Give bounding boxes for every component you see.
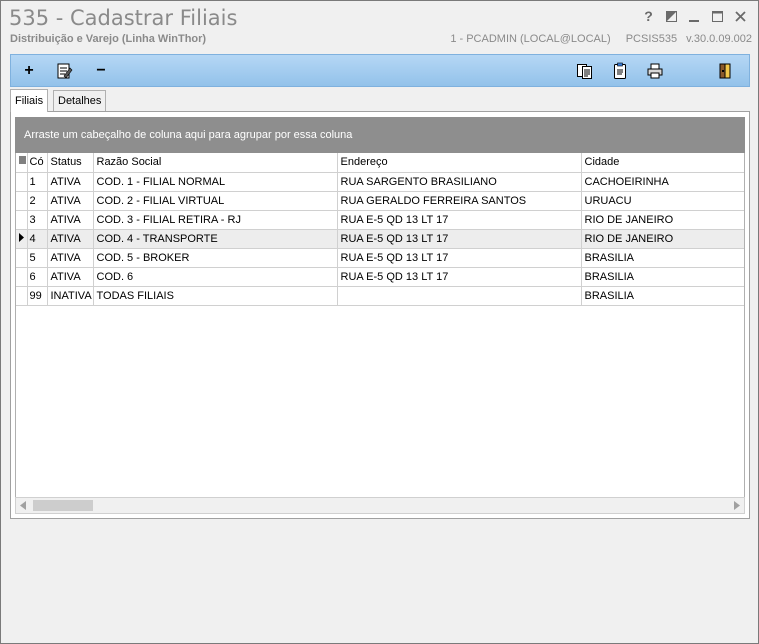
- row-indicator: [16, 286, 28, 306]
- cell-razao-social[interactable]: COD. 5 - BROKER: [93, 248, 338, 268]
- column-header-razao-social[interactable]: Razão Social: [93, 153, 338, 173]
- cell-codigo[interactable]: 4: [27, 229, 48, 249]
- filiais-panel: Arraste um cabeçalho de coluna aqui para…: [10, 111, 750, 519]
- cell-razao-social[interactable]: COD. 4 - TRANSPORTE: [93, 229, 338, 249]
- cell-endereco[interactable]: RUA E-5 QD 13 LT 17: [337, 248, 582, 268]
- row-indicator: [16, 229, 28, 249]
- remove-button[interactable]: −: [89, 59, 113, 83]
- cell-codigo[interactable]: 5: [27, 248, 48, 268]
- column-header-cidade[interactable]: Cidade: [581, 153, 744, 173]
- cell-codigo[interactable]: 1: [27, 172, 48, 192]
- column-list-icon: [19, 156, 26, 164]
- clipboard-icon: [614, 62, 626, 79]
- cell-status[interactable]: ATIVA: [47, 191, 94, 211]
- copy-button[interactable]: [573, 59, 597, 83]
- cell-cidade[interactable]: RIO DE JANEIRO: [581, 229, 744, 249]
- row-indicator: [16, 267, 28, 287]
- plus-icon: +: [24, 62, 34, 79]
- table-row[interactable]: 6 ATIVA COD. 6 RUA E-5 QD 13 LT 17 BRASI…: [16, 267, 744, 287]
- cell-status[interactable]: ATIVA: [47, 229, 94, 249]
- session-info: 1 - PCADMIN (LOCAL@LOCAL) PCSIS535 v.30.…: [438, 33, 752, 45]
- app-title: 535 - Cadastrar Filiais: [9, 6, 238, 30]
- scroll-thumb[interactable]: [33, 500, 93, 511]
- cell-cidade[interactable]: BRASILIA: [581, 267, 744, 287]
- cell-razao-social[interactable]: COD. 6: [93, 267, 338, 287]
- user-info: 1 - PCADMIN (LOCAL@LOCAL): [450, 33, 611, 45]
- row-indicator: [16, 210, 28, 230]
- cell-cidade[interactable]: BRASILIA: [581, 286, 744, 306]
- column-header-codigo[interactable]: Có: [27, 153, 48, 173]
- edit-document-icon: [57, 63, 73, 79]
- app-subtitle: Distribuição e Varejo (Linha WinThor): [10, 33, 207, 45]
- main-window: 535 - Cadastrar Filiais Distribuição e V…: [0, 0, 759, 644]
- row-indicator: [16, 172, 28, 192]
- table-row[interactable]: 3 ATIVA COD. 3 - FILIAL RETIRA - RJ RUA …: [16, 210, 744, 230]
- window-controls: ?: [637, 5, 752, 27]
- edit-button[interactable]: [52, 59, 76, 83]
- cell-endereco[interactable]: [337, 286, 582, 306]
- tab-detalhes[interactable]: Detalhes: [53, 90, 107, 111]
- program-code: PCSIS535: [625, 33, 678, 45]
- cell-cidade[interactable]: RIO DE JANEIRO: [581, 210, 744, 230]
- row-indicator: [16, 191, 28, 211]
- cell-status[interactable]: ATIVA: [47, 172, 94, 192]
- row-indicator: [16, 248, 28, 268]
- cell-endereco[interactable]: RUA GERALDO FERREIRA SANTOS: [337, 191, 582, 211]
- group-by-hint: Arraste um cabeçalho de coluna aqui para…: [24, 129, 353, 141]
- table-row[interactable]: 99 INATIVA TODAS FILIAIS BRASILIA: [16, 286, 744, 306]
- horizontal-scrollbar[interactable]: [15, 497, 745, 514]
- print-button[interactable]: [643, 59, 667, 83]
- restore-docked-icon[interactable]: [660, 5, 683, 27]
- tab-strip: Filiais Detalhes: [10, 89, 750, 112]
- cell-codigo[interactable]: 3: [27, 210, 48, 230]
- exit-door-icon: [719, 63, 731, 79]
- minus-icon: −: [96, 62, 106, 79]
- table-row-current[interactable]: 4 ATIVA COD. 4 - TRANSPORTE RUA E-5 QD 1…: [16, 229, 744, 249]
- cell-endereco[interactable]: RUA E-5 QD 13 LT 17: [337, 210, 582, 230]
- cell-endereco[interactable]: RUA SARGENTO BRASILIANO: [337, 172, 582, 192]
- column-header-endereco[interactable]: Endereço: [337, 153, 582, 173]
- current-row-arrow-icon: [18, 232, 24, 242]
- grid-header-row: Có Status Razão Social Endereço Cidade: [16, 153, 744, 173]
- clipboard-button[interactable]: [608, 59, 632, 83]
- version-info: v.30.0.09.002: [686, 33, 752, 45]
- add-button[interactable]: +: [17, 59, 41, 83]
- cell-cidade[interactable]: BRASILIA: [581, 248, 744, 268]
- copy-documents-icon: [577, 64, 592, 79]
- cell-codigo[interactable]: 99: [27, 286, 48, 306]
- table-row[interactable]: 2 ATIVA COD. 2 - FILIAL VIRTUAL RUA GERA…: [16, 191, 744, 211]
- filiais-grid: Có Status Razão Social Endereço Cidade 1…: [15, 153, 745, 508]
- exit-button[interactable]: [713, 59, 737, 83]
- cell-endereco[interactable]: RUA E-5 QD 13 LT 17: [337, 267, 582, 287]
- tab-filiais[interactable]: Filiais: [10, 89, 49, 112]
- printer-icon: [647, 63, 663, 79]
- cell-razao-social[interactable]: COD. 3 - FILIAL RETIRA - RJ: [93, 210, 338, 230]
- cell-cidade[interactable]: CACHOEIRINHA: [581, 172, 744, 192]
- scroll-right-icon[interactable]: [733, 501, 741, 510]
- minimize-icon[interactable]: [683, 5, 706, 27]
- cell-status[interactable]: ATIVA: [47, 267, 94, 287]
- cell-status[interactable]: ATIVA: [47, 248, 94, 268]
- column-chooser-button[interactable]: [16, 153, 28, 173]
- cell-razao-social[interactable]: COD. 2 - FILIAL VIRTUAL: [93, 191, 338, 211]
- column-header-status[interactable]: Status: [47, 153, 94, 173]
- cell-endereco[interactable]: RUA E-5 QD 13 LT 17: [337, 229, 582, 249]
- group-by-panel[interactable]: Arraste um cabeçalho de coluna aqui para…: [15, 117, 745, 153]
- close-icon[interactable]: [729, 5, 752, 27]
- cell-status[interactable]: INATIVA: [47, 286, 94, 306]
- cell-codigo[interactable]: 6: [27, 267, 48, 287]
- cell-status[interactable]: ATIVA: [47, 210, 94, 230]
- cell-razao-social[interactable]: COD. 1 - FILIAL NORMAL: [93, 172, 338, 192]
- help-icon[interactable]: ?: [637, 5, 660, 27]
- cell-razao-social[interactable]: TODAS FILIAIS: [93, 286, 338, 306]
- table-row[interactable]: 5 ATIVA COD. 5 - BROKER RUA E-5 QD 13 LT…: [16, 248, 744, 268]
- toolbar: + −: [10, 54, 750, 87]
- cell-cidade[interactable]: URUACU: [581, 191, 744, 211]
- maximize-icon[interactable]: [706, 5, 729, 27]
- filiais-table: Có Status Razão Social Endereço Cidade 1…: [16, 153, 744, 306]
- cell-codigo[interactable]: 2: [27, 191, 48, 211]
- table-row[interactable]: 1 ATIVA COD. 1 - FILIAL NORMAL RUA SARGE…: [16, 172, 744, 192]
- scroll-left-icon[interactable]: [19, 501, 27, 510]
- title-bar: 535 - Cadastrar Filiais Distribuição e V…: [1, 1, 758, 51]
